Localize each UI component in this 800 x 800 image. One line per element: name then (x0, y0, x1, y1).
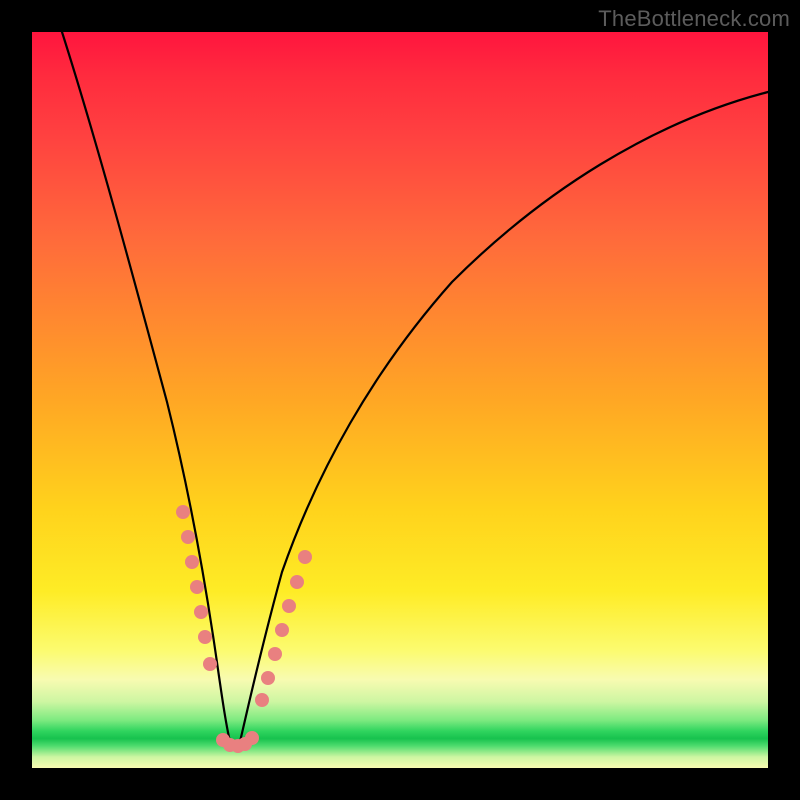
marker-dot (176, 505, 190, 519)
marker-dot (181, 530, 195, 544)
marker-dot (268, 647, 282, 661)
marker-dot (275, 623, 289, 637)
marker-dot (245, 731, 259, 745)
bottleneck-curve (62, 32, 768, 746)
marker-dot (282, 599, 296, 613)
marker-dot (255, 693, 269, 707)
marker-dot (261, 671, 275, 685)
marker-dot (190, 580, 204, 594)
curve-layer (32, 32, 768, 768)
marker-dot (198, 630, 212, 644)
watermark-text: TheBottleneck.com (598, 6, 790, 32)
marker-dot (298, 550, 312, 564)
marker-dot (194, 605, 208, 619)
plot-area (32, 32, 768, 768)
outer-frame: TheBottleneck.com (0, 0, 800, 800)
marker-dot (203, 657, 217, 671)
marker-dot (185, 555, 199, 569)
marker-dot (290, 575, 304, 589)
